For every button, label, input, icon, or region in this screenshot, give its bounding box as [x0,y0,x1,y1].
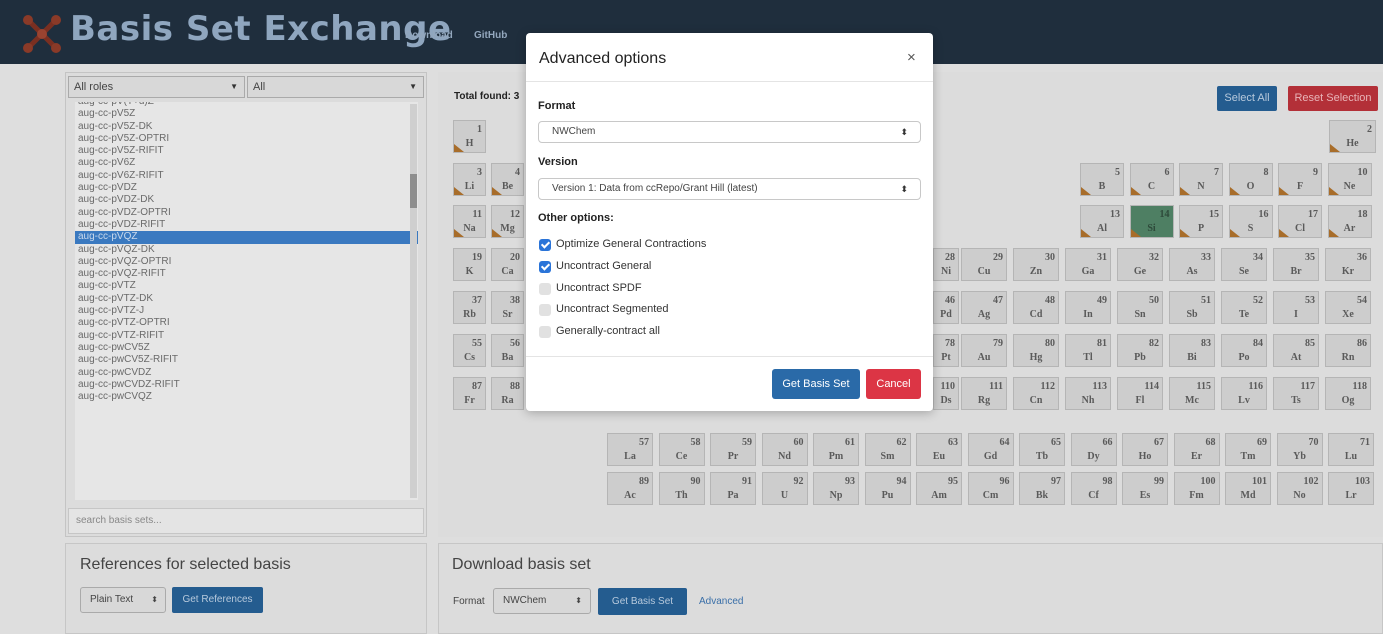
option-label: Uncontract General [556,260,652,272]
checkbox[interactable] [539,283,551,295]
close-icon[interactable]: × [907,49,916,66]
format-select[interactable]: NWChem ⬍ [538,121,921,143]
checkbox[interactable] [539,304,551,316]
format-select-value: NWChem [552,126,596,137]
other-options-label: Other options: [538,212,614,224]
select-arrows-icon: ⬍ [900,127,908,137]
option-label: Optimize General Contractions [556,238,707,250]
version-select[interactable]: Version 1: Data from ccRepo/Grant Hill (… [538,178,921,200]
option-label: Generally-contract all [556,325,660,337]
advanced-options-modal: Advanced options × Format NWChem ⬍ Versi… [526,33,933,411]
get-basis-set-button[interactable]: Get Basis Set [772,369,860,399]
modal-divider [526,356,933,357]
checkbox[interactable] [539,261,551,273]
version-select-value: Version 1: Data from ccRepo/Grant Hill (… [552,183,758,194]
version-label: Version [538,156,578,168]
option-label: Uncontract Segmented [556,303,669,315]
select-arrows-icon: ⬍ [900,184,908,194]
modal-divider [526,81,933,82]
format-label: Format [538,100,576,112]
cancel-button[interactable]: Cancel [866,369,921,399]
option-label: Uncontract SPDF [556,282,642,294]
checkbox[interactable] [539,239,551,251]
modal-title: Advanced options [539,50,667,67]
checkbox[interactable] [539,326,551,338]
